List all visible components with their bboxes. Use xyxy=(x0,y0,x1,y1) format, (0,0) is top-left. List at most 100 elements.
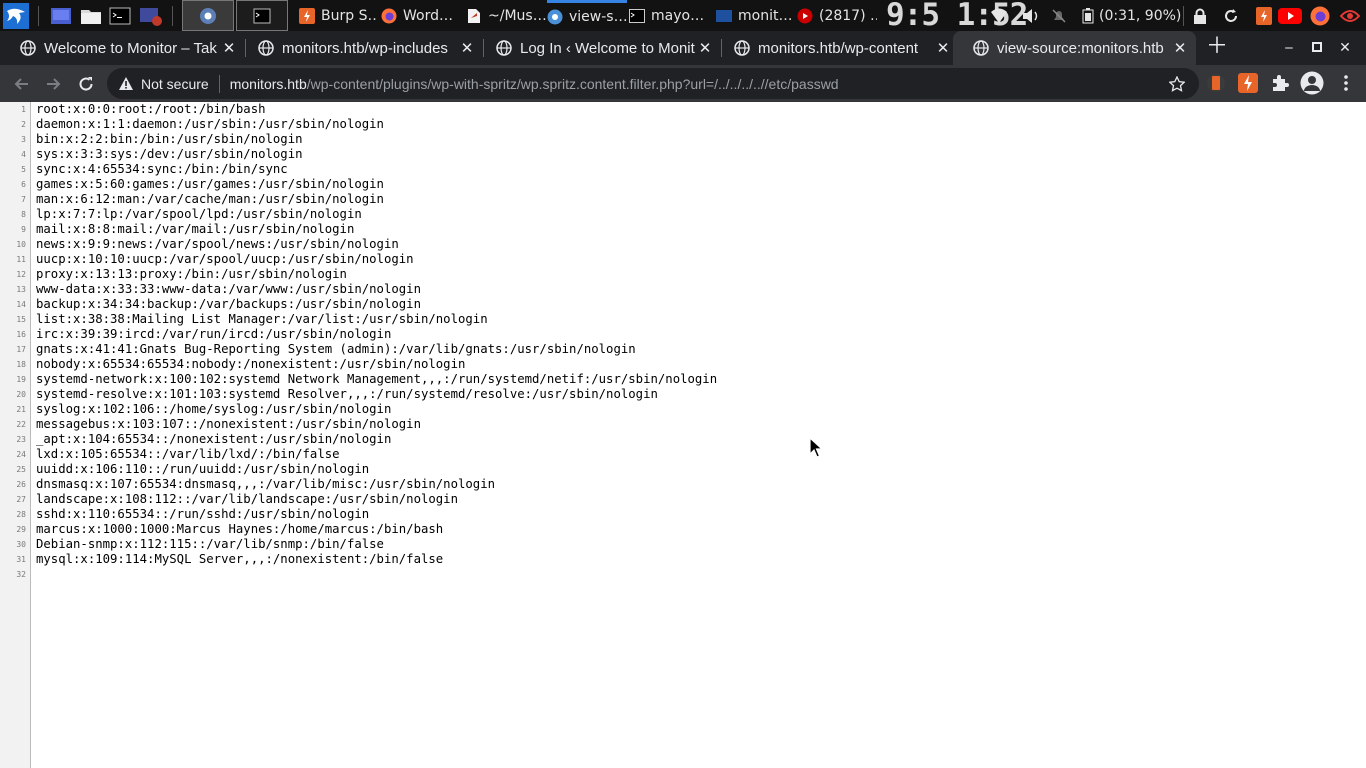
tab-welcome[interactable]: Welcome to Monitor – Tak ✕ xyxy=(0,31,245,65)
launcher-files[interactable] xyxy=(80,0,102,31)
source-line: 1 root:x:0:0:root:/root:/bin/bash xyxy=(0,102,1366,117)
tray-firefox[interactable] xyxy=(1310,0,1330,31)
line-text: nobody:x:65534:65534:nobody:/nonexistent… xyxy=(36,357,466,371)
star-icon[interactable] xyxy=(1169,76,1185,92)
burp-proxy-icon[interactable] xyxy=(1238,73,1258,93)
new-tab-button[interactable]: ＋ xyxy=(1204,35,1230,61)
line-text: dnsmasq:x:107:65534:dnsmasq,,,:/var/lib/… xyxy=(36,477,496,491)
arrow-right-icon xyxy=(47,78,61,90)
line-text: landscape:x:108:112::/var/lib/landscape:… xyxy=(36,492,458,506)
close-tab-icon[interactable]: ✕ xyxy=(459,40,475,56)
launcher-workspace[interactable] xyxy=(50,0,72,31)
source-line: 4 sys:x:3:3:sys:/dev:/usr/sbin/nologin xyxy=(0,147,1366,162)
forward-button[interactable] xyxy=(40,71,66,97)
line-text: sync:x:4:65534:sync:/bin:/bin/sync xyxy=(36,162,288,176)
notifications-indicator[interactable] xyxy=(1051,0,1067,31)
lock-screen-button[interactable] xyxy=(1193,0,1207,31)
source-line: 28 sshd:x:110:65534::/run/sshd:/usr/sbin/… xyxy=(0,507,1366,522)
tab-wp-content[interactable]: monitors.htb/wp-content ✕ xyxy=(714,31,959,65)
launcher-screen[interactable] xyxy=(139,0,163,31)
taskbar-window-burp[interactable]: Burp S… xyxy=(299,0,377,31)
globe-icon xyxy=(973,40,989,56)
source-line: 23 _apt:x:104:65534::/nonexistent:/usr/sb… xyxy=(0,432,1366,447)
source-line: 2 daemon:x:1:1:daemon:/usr/sbin:/usr/sbin… xyxy=(0,117,1366,132)
line-number: 12 xyxy=(16,270,26,279)
refresh-session-button[interactable] xyxy=(1223,0,1239,31)
youtube-icon xyxy=(797,8,813,23)
tab-wp-includes[interactable]: monitors.htb/wp-includes ✕ xyxy=(238,31,483,65)
taskbar-window-terminal[interactable]: mayo… xyxy=(629,0,707,31)
close-tab-icon[interactable]: ✕ xyxy=(935,40,951,56)
profile-avatar-icon[interactable] xyxy=(1300,71,1324,95)
tray-burp[interactable] xyxy=(1256,0,1272,31)
source-line: 25 uuidd:x:106:110::/run/uuidd:/usr/sbin/… xyxy=(0,462,1366,477)
burp-extension-icon[interactable] xyxy=(1206,73,1226,93)
source-line: 32 xyxy=(0,567,1366,582)
line-number: 11 xyxy=(16,255,26,264)
line-text: uuidd:x:106:110::/run/uuidd:/usr/sbin/no… xyxy=(36,462,370,476)
workspace-2[interactable] xyxy=(236,0,288,31)
source-line: 26 dnsmasq:x:107:65534:dnsmasq,,,:/var/li… xyxy=(0,477,1366,492)
volume-indicator[interactable] xyxy=(1021,0,1041,31)
source-line: 6 games:x:5:60:games:/usr/games:/usr/sbin… xyxy=(0,177,1366,192)
tab-log-in[interactable]: Log In ‹ Welcome to Monit ✕ xyxy=(476,31,721,65)
maximize-icon xyxy=(1312,42,1322,52)
close-tab-icon[interactable]: ✕ xyxy=(1172,40,1188,56)
taskbar-window-chromium[interactable]: view-s… xyxy=(547,0,627,31)
line-text: games:x:5:60:games:/usr/games:/usr/sbin/… xyxy=(36,177,384,191)
line-text: mail:x:8:8:mail:/var/mail:/usr/sbin/nolo… xyxy=(36,222,355,236)
reload-button[interactable] xyxy=(73,71,99,97)
source-line: 8 lp:x:7:7:lp:/var/spool/lpd:/usr/sbin/no… xyxy=(0,207,1366,222)
close-tab-icon[interactable]: ✕ xyxy=(697,40,713,56)
taskbar-window-youtube[interactable]: (2817) … xyxy=(797,0,877,31)
line-text: lxd:x:105:65534::/var/lib/lxd/:/bin/fals… xyxy=(36,447,340,461)
back-button[interactable] xyxy=(9,71,35,97)
line-number: 17 xyxy=(16,345,26,354)
tab-view-source[interactable]: view-source:monitors.htb ✕ xyxy=(953,31,1196,65)
kali-menu-button[interactable] xyxy=(3,0,29,31)
line-number: 16 xyxy=(16,330,26,339)
line-number: 28 xyxy=(16,510,26,519)
os-taskbar: Burp S… Word… ~/Mus… view-s… mayo… monit… xyxy=(0,0,1366,31)
launcher-terminal[interactable] xyxy=(109,0,131,31)
tray-app[interactable] xyxy=(1339,0,1361,31)
line-text: mysql:x:109:114:MySQL Server,,,:/nonexis… xyxy=(36,552,444,566)
source-line: 30 Debian-snmp:x:112:115::/var/lib/snmp:/… xyxy=(0,537,1366,552)
line-number: 2 xyxy=(21,120,26,129)
line-number: 18 xyxy=(16,360,26,369)
warning-icon xyxy=(119,77,133,90)
taskbar-window-files[interactable]: ~/Mus… xyxy=(466,0,546,31)
line-number: 8 xyxy=(21,210,26,219)
source-line: 17 gnats:x:41:41:Gnats Bug-Reporting Syst… xyxy=(0,342,1366,357)
close-window-button[interactable]: ✕ xyxy=(1332,35,1358,61)
line-number: 23 xyxy=(16,435,26,444)
taskbar-window-firefox[interactable]: Word… xyxy=(381,0,459,31)
minimize-button[interactable]: ‒ xyxy=(1276,35,1302,61)
security-label[interactable]: Not secure xyxy=(141,76,209,92)
line-number: 15 xyxy=(16,315,26,324)
line-number: 19 xyxy=(16,375,26,384)
folder-icon xyxy=(81,9,101,24)
line-text: bin:x:2:2:bin:/bin:/usr/sbin/nologin xyxy=(36,132,303,146)
workspace-1[interactable] xyxy=(182,0,234,31)
line-number: 10 xyxy=(16,240,26,249)
line-number: 31 xyxy=(16,555,26,564)
lock-icon xyxy=(1194,8,1206,24)
close-tab-icon[interactable]: ✕ xyxy=(221,40,237,56)
line-text: marcus:x:1000:1000:Marcus Haynes:/home/m… xyxy=(36,522,444,536)
taskbar-window-monitors[interactable]: monit… xyxy=(716,0,796,31)
source-line: 15 list:x:38:38:Mailing List Manager:/var… xyxy=(0,312,1366,327)
address-bar[interactable]: Not secure monitors.htb/wp-content/plugi… xyxy=(107,68,1199,99)
battery-indicator[interactable]: (0:31, 90%) xyxy=(1082,0,1181,31)
extensions-puzzle-icon[interactable] xyxy=(1270,73,1290,93)
url-host: monitors.htb xyxy=(229,75,307,92)
terminal-icon xyxy=(629,8,645,23)
source-line: 5 sync:x:4:65534:sync:/bin:/bin/sync xyxy=(0,162,1366,177)
maximize-button[interactable] xyxy=(1304,35,1330,61)
tray-youtube[interactable] xyxy=(1278,0,1302,31)
kebab-menu-icon[interactable] xyxy=(1336,73,1356,93)
wifi-indicator[interactable] xyxy=(990,0,1008,31)
firefox-icon xyxy=(381,8,397,23)
line-number: 9 xyxy=(21,225,26,234)
line-number: 1 xyxy=(21,105,26,114)
